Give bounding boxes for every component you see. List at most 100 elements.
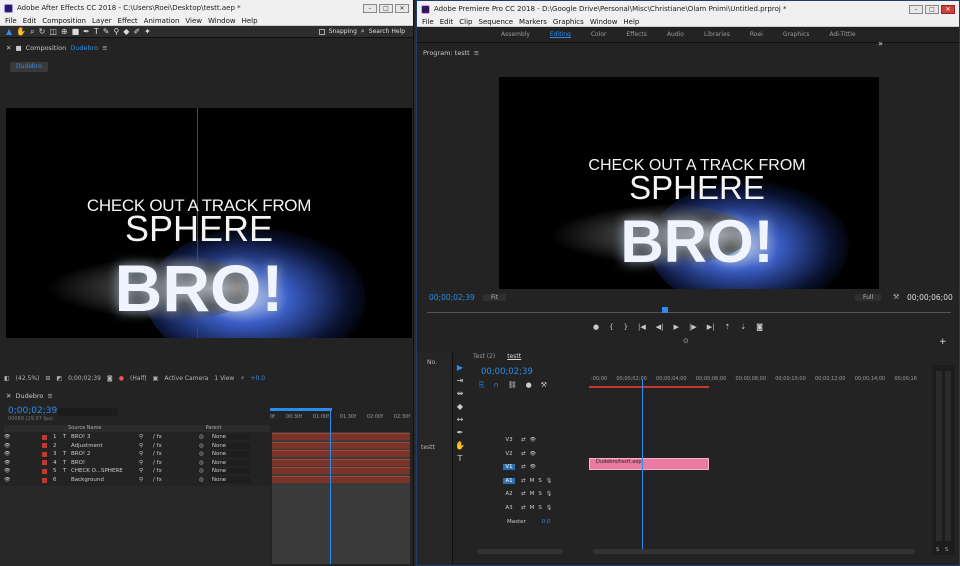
timeline-settings-icon[interactable]: ⚒ — [541, 381, 547, 390]
fx-switch-icon[interactable]: / fx — [153, 451, 171, 457]
workspace-tab-color[interactable]: Color — [591, 31, 607, 38]
step-back-icon[interactable]: ◀| — [656, 323, 664, 331]
pr-menu-item-sequence[interactable]: Sequence — [479, 18, 514, 26]
type-tool-icon[interactable]: T — [94, 27, 99, 37]
maximize-button[interactable]: □ — [379, 3, 393, 13]
fx-switch-icon[interactable]: / fx — [153, 460, 171, 466]
track-label[interactable]: V1 — [503, 464, 515, 470]
workspace-tab-assembly[interactable]: Assembly — [501, 31, 530, 38]
razor-tool-icon[interactable]: ◆ — [457, 402, 463, 411]
toggle-sync-icon[interactable]: ⇄ — [521, 505, 526, 511]
track-select-tool-icon[interactable]: ⇥ — [457, 376, 464, 385]
minimize-button[interactable]: – — [363, 3, 377, 13]
add-button-icon[interactable]: + — [939, 337, 947, 347]
grid-icon[interactable]: ⊞ — [45, 375, 50, 382]
search-help-input[interactable]: Search Help — [369, 28, 405, 35]
mask-icon[interactable]: ◩ — [56, 375, 62, 382]
solo-button[interactable]: S — [538, 491, 542, 497]
layer-row[interactable]: 👁 1 T BRO! 3 ⚲ / fx ◎ None — [0, 433, 270, 441]
zoom-tool-icon[interactable]: ⌕ — [30, 27, 34, 37]
panel-menu-icon[interactable]: ≡ — [102, 44, 107, 52]
lock-icon[interactable]: ■ — [15, 44, 21, 52]
parent-pickwhip-icon[interactable]: ◎ — [199, 477, 204, 483]
menu-item-effect[interactable]: Effect — [118, 17, 138, 25]
layer-duration-bar[interactable] — [272, 450, 410, 458]
master-track[interactable]: Master 0.0 — [477, 517, 589, 527]
visibility-eye-icon[interactable]: 👁 — [4, 477, 22, 483]
fit-dropdown[interactable]: Fit — [483, 294, 507, 301]
track-label[interactable]: A3 — [503, 505, 515, 511]
lift-icon[interactable]: ⇡ — [724, 323, 730, 331]
layer-row[interactable]: 👁 6 Background ⚲ / fx ◎ None — [0, 476, 270, 484]
menu-item-file[interactable]: File — [5, 17, 17, 25]
meter-solo-right[interactable]: S — [945, 547, 948, 553]
pr-menu-item-edit[interactable]: Edit — [440, 18, 454, 26]
pr-menu-item-clip[interactable]: Clip — [459, 18, 472, 26]
toggle-sync-icon[interactable]: ⇄ — [521, 437, 526, 443]
visibility-eye-icon[interactable]: 👁 — [4, 434, 22, 440]
pr-menu-item-window[interactable]: Window — [590, 18, 618, 26]
rotate-tool-icon[interactable]: ↻ — [39, 27, 46, 37]
ripple-edit-tool-icon[interactable]: ⇹ — [457, 389, 464, 398]
parent-pickwhip-icon[interactable]: ◎ — [199, 451, 204, 457]
track-label[interactable]: V3 — [503, 437, 515, 443]
roto-brush-tool-icon[interactable]: ✐ — [133, 27, 140, 37]
rectangle-tool-icon[interactable]: ■ — [72, 27, 80, 37]
clone-stamp-tool-icon[interactable]: ⚲ — [113, 27, 119, 37]
mark-in-icon[interactable]: { — [609, 323, 613, 331]
channel-icon[interactable]: ● — [119, 375, 124, 382]
sequence-tab[interactable]: testt — [507, 353, 521, 360]
hand-tool-icon[interactable]: ✋ — [16, 27, 26, 37]
layer-row[interactable]: 👁 5 T CHECK O...SPHERE ⚲ / fx ◎ None — [0, 467, 270, 475]
slip-tool-icon[interactable]: ↔ — [457, 415, 464, 424]
fx-switch-icon[interactable]: / fx — [153, 468, 171, 474]
layer-row[interactable]: 👁 2 Adjustment ⚲ / fx ◎ None — [0, 442, 270, 450]
menu-item-help[interactable]: Help — [242, 17, 258, 25]
step-forward-icon[interactable]: |▶ — [689, 323, 697, 331]
fast-preview-icon[interactable]: ⚡ — [240, 375, 244, 382]
program-timecode[interactable]: 00;00;02;39 — [429, 293, 475, 302]
sequence-playhead[interactable] — [642, 379, 643, 553]
parent-pickwhip-icon[interactable]: ◎ — [199, 468, 204, 474]
solo-button[interactable]: S — [538, 505, 542, 511]
parent-dropdown[interactable]: None — [209, 459, 250, 466]
program-scrubber[interactable] — [427, 306, 951, 316]
workspace-tab-audio[interactable]: Audio — [667, 31, 684, 38]
timeline-timecode[interactable]: 0;00;02;39 — [8, 406, 57, 416]
toggle-sync-icon[interactable]: ⇄ — [521, 464, 526, 470]
track-header-video[interactable]: V2 ⇄ 👁 — [477, 448, 589, 460]
track-header-audio[interactable]: A3 ⇄ M S 🎙 — [477, 502, 589, 514]
menu-item-composition[interactable]: Composition — [42, 17, 86, 25]
parent-pickwhip-icon[interactable]: ◎ — [199, 434, 204, 440]
pen-tool-icon[interactable]: ✒ — [457, 428, 464, 437]
camera-tool-icon[interactable]: ◫ — [49, 27, 57, 37]
selection-tool-icon[interactable]: ▶ — [457, 363, 463, 372]
export-frame-icon[interactable]: ◙ — [756, 323, 763, 331]
layer-duration-bar[interactable] — [272, 476, 410, 483]
program-menu-icon[interactable]: ≡ — [474, 49, 479, 57]
go-to-in-icon[interactable]: |◀ — [638, 323, 646, 331]
visibility-eye-icon[interactable]: 👁 — [4, 460, 22, 466]
snapping-checkbox[interactable] — [318, 28, 325, 35]
pen-tool-icon[interactable]: ✒ — [83, 27, 90, 37]
layer-duration-bar[interactable] — [272, 441, 410, 449]
shy-switch-icon[interactable]: ⚲ — [139, 477, 143, 483]
region-icon[interactable]: ▣ — [153, 375, 159, 382]
voiceover-icon[interactable]: 🎙 — [546, 491, 552, 497]
magnification-dropdown[interactable]: (42.5%) — [16, 375, 40, 382]
layer-name[interactable]: BRO! — [71, 460, 131, 466]
timeline-tab[interactable]: Dudebro — [15, 392, 43, 400]
pr-minimize-button[interactable]: – — [909, 4, 923, 14]
visibility-eye-icon[interactable]: 👁 — [4, 443, 22, 449]
hand-tool-icon[interactable]: ✋ — [455, 441, 465, 450]
quality-dropdown[interactable]: Full — [855, 294, 882, 301]
mute-button[interactable]: M — [530, 491, 535, 497]
pr-menu-item-markers[interactable]: Markers — [519, 18, 547, 26]
eraser-tool-icon[interactable]: ◆ — [123, 27, 129, 37]
timeline-zoom-scrollbar[interactable] — [593, 549, 915, 554]
parent-dropdown[interactable]: None — [209, 468, 250, 475]
sequence-ruler[interactable]: :00;00 00;00;02;00 00;00;04;00 00;00;06;00 0… — [591, 376, 917, 382]
voiceover-icon[interactable]: 🎙 — [546, 505, 552, 511]
viewer-timecode[interactable]: 0;00;02;39 — [68, 375, 101, 382]
parent-pickwhip-icon[interactable]: ◎ — [199, 443, 204, 449]
